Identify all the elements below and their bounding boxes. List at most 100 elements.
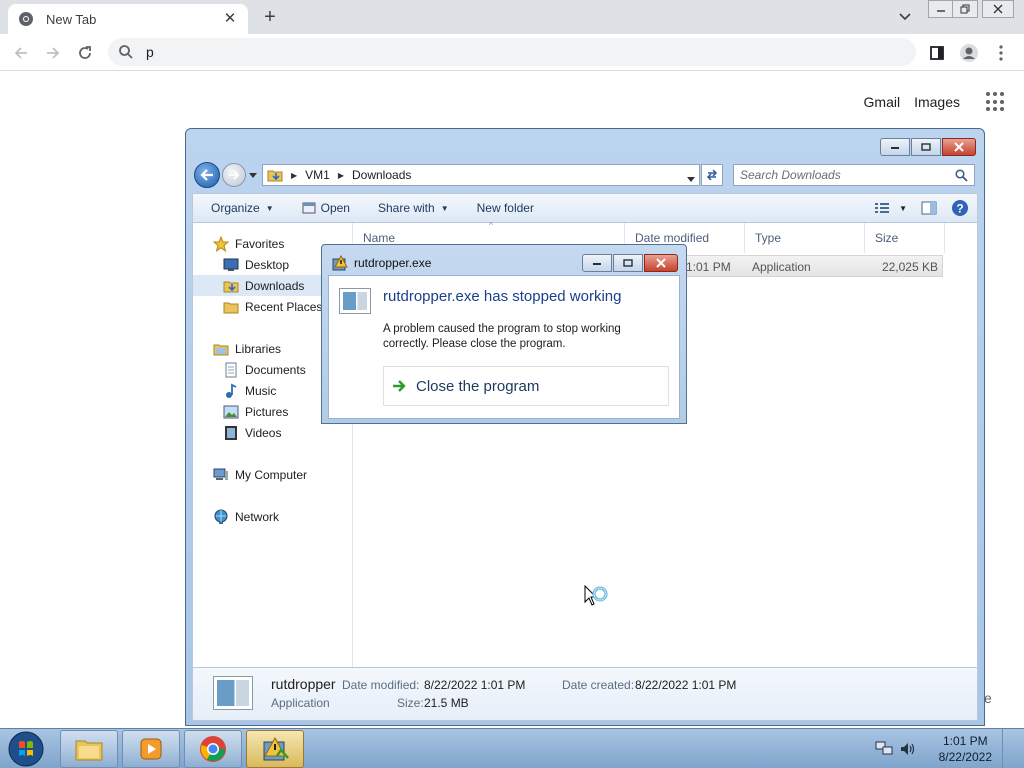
search-icon (118, 44, 134, 60)
nav-libraries-label: Libraries (235, 341, 282, 356)
details-pane: rutdropper Application Date modified: 8/… (192, 667, 978, 721)
details-date-modified-value: 8/22/2022 1:01 PM (424, 678, 526, 692)
column-header-type[interactable]: Type (745, 223, 865, 253)
close-the-program-button[interactable]: Close the program (383, 366, 669, 406)
documents-icon (223, 362, 239, 378)
desktop-icon (223, 257, 239, 273)
recent-places-icon (223, 299, 239, 315)
organize-button[interactable]: Organize ▼ (211, 201, 274, 215)
close-tab-icon[interactable]: ✕ (222, 11, 238, 27)
command-bar: Organize ▼ Open Share with ▼ New folder ▼ … (192, 193, 978, 223)
taskbar-media-player-button[interactable] (122, 730, 180, 768)
star-icon (213, 235, 229, 252)
start-button[interactable] (6, 730, 46, 768)
taskbar-chrome-button[interactable] (184, 730, 242, 768)
error-dialog-title: rutdropper.exe (354, 256, 432, 270)
busy-cursor-icon (584, 584, 614, 615)
restore-window-button[interactable] (952, 0, 978, 18)
error-maximize-button[interactable] (613, 254, 643, 272)
explorer-minimize-button[interactable] (880, 138, 910, 156)
computer-icon (213, 467, 229, 483)
forward-arrow-icon[interactable] (40, 40, 66, 66)
downloads-folder-icon (223, 278, 239, 294)
close-window-button[interactable] (982, 0, 1014, 18)
details-size-label: Size: (397, 696, 424, 710)
column-type-label: Type (755, 231, 782, 245)
nav-documents-label: Documents (245, 362, 306, 377)
explorer-back-button[interactable] (194, 162, 220, 188)
chevron-down-icon[interactable] (896, 8, 914, 26)
green-arrow-icon (392, 378, 408, 394)
explorer-maximize-button[interactable] (911, 138, 941, 156)
details-file-name: rutdropper (271, 676, 336, 692)
explorer-forward-button[interactable] (222, 163, 246, 187)
organize-label: Organize (211, 201, 260, 215)
search-placeholder: Search Downloads (740, 168, 841, 182)
clock-time: 1:01 PM (942, 734, 988, 748)
preview-pane-icon[interactable] (921, 201, 937, 215)
nav-my-computer[interactable]: My Computer (193, 464, 352, 485)
nav-network-label: Network (235, 509, 280, 524)
nav-favorites-label: Favorites (235, 236, 285, 251)
back-arrow-icon[interactable] (8, 40, 34, 66)
app-warning-icon (261, 736, 289, 762)
file-size: 22,025 KB (881, 260, 938, 274)
volume-icon[interactable] (899, 740, 917, 758)
column-header-size[interactable]: Size (865, 223, 945, 253)
refresh-icon[interactable] (701, 164, 723, 186)
error-minimize-button[interactable] (582, 254, 612, 272)
search-icon[interactable] (955, 168, 968, 182)
column-date-label: Date modified (635, 231, 710, 245)
recent-pages-dropdown-icon[interactable] (248, 172, 258, 178)
system-tray: 1:01 PM 8/22/2022 (875, 729, 1012, 768)
images-link[interactable]: Images (914, 94, 960, 110)
explorer-caption-buttons (879, 138, 976, 156)
gmail-link[interactable]: Gmail (864, 94, 901, 110)
videos-icon (223, 425, 239, 441)
nav-network[interactable]: Network (193, 506, 352, 527)
file-date-modified: 1:01 PM (686, 260, 731, 274)
libraries-icon (213, 341, 229, 357)
dropdown-arrow-icon: ▼ (440, 203, 449, 213)
change-view-icon[interactable]: ▼ (875, 202, 907, 214)
google-header-links: Gmail Images (864, 92, 1006, 112)
dropdown-arrow-icon: ▼ (265, 203, 274, 213)
side-panel-icon[interactable] (924, 40, 950, 66)
network-status-icon[interactable] (875, 740, 893, 758)
share-with-button[interactable]: Share with ▼ (378, 201, 449, 215)
explorer-close-button[interactable] (942, 138, 976, 156)
network-icon (213, 509, 229, 525)
tab-new-tab[interactable]: New Tab ✕ (8, 4, 248, 34)
error-dialog: rutdropper.exe rutdropper.exe has stoppe… (321, 244, 687, 424)
pictures-icon (223, 404, 239, 420)
new-tab-button[interactable]: + (258, 6, 282, 30)
taskbar-error-reporting-button[interactable] (246, 730, 304, 768)
address-dropdown-icon[interactable] (687, 171, 695, 185)
omnibox[interactable]: p (108, 38, 916, 66)
error-dialog-caption-buttons (581, 254, 678, 272)
nav-desktop-label: Desktop (245, 257, 290, 272)
address-bar[interactable]: ▶ VM1 ▶ Downloads (262, 164, 700, 186)
nav-videos[interactable]: Videos (193, 422, 352, 443)
apps-grid-icon[interactable] (986, 92, 1006, 112)
more-menu-icon[interactable] (988, 40, 1014, 66)
breadcrumb-downloads[interactable]: Downloads (352, 168, 411, 182)
open-button[interactable]: Open (302, 201, 350, 215)
open-label: Open (320, 201, 350, 215)
show-desktop-button[interactable] (1002, 729, 1012, 768)
taskbar-explorer-button[interactable] (60, 730, 118, 768)
chrome-icon (18, 11, 34, 27)
help-icon[interactable]: ? (951, 199, 969, 217)
minimize-window-button[interactable] (928, 0, 954, 18)
view-controls: ▼ ? (875, 199, 969, 217)
error-close-button[interactable] (644, 254, 678, 272)
breadcrumb-vm1[interactable]: VM1 (305, 168, 330, 182)
reload-icon[interactable] (72, 40, 98, 66)
details-date-created-value: 8/22/2022 1:01 PM (635, 678, 737, 692)
clock[interactable]: 1:01 PM 8/22/2022 (939, 733, 992, 765)
profile-avatar-icon[interactable] (956, 40, 982, 66)
music-icon (223, 383, 239, 399)
taskbar: 1:01 PM 8/22/2022 (0, 728, 1024, 768)
new-folder-button[interactable]: New folder (477, 201, 534, 215)
search-downloads-input[interactable]: Search Downloads (733, 164, 975, 186)
